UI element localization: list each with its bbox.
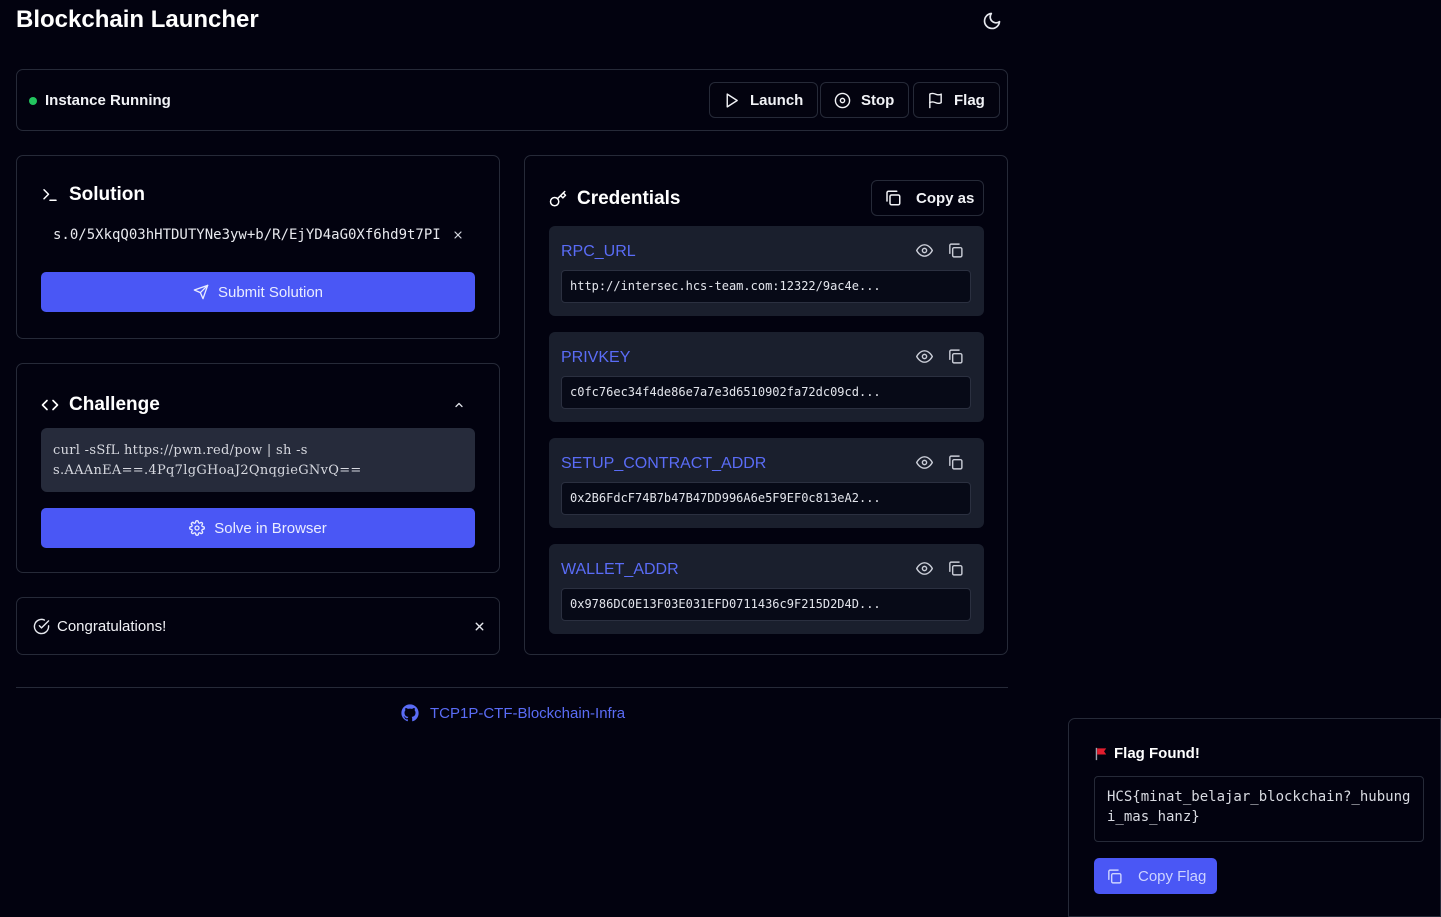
challenge-command: curl -sSfL https://pwn.red/pow | sh -s s… — [41, 428, 475, 492]
flag-found-toast: Flag Found! HCS{minat_belajar_blockchain… — [1068, 718, 1441, 917]
copy-as-button[interactable]: Copy as — [871, 180, 984, 216]
github-link[interactable]: TCP1P-CTF-Blockchain-Infra — [401, 704, 625, 722]
challenge-heading: Challenge — [41, 394, 160, 416]
submit-solution-button[interactable]: Submit Solution — [41, 272, 475, 312]
credentials-title: Credentials — [577, 188, 681, 209]
eye-icon[interactable] — [916, 454, 933, 471]
challenge-card: Challenge curl -sSfL https://pwn.red/pow… — [16, 363, 500, 573]
terminal-icon — [41, 186, 59, 204]
copy-icon[interactable] — [947, 560, 964, 577]
eye-icon[interactable] — [916, 242, 933, 259]
clear-icon[interactable] — [452, 229, 464, 241]
command-line-1: curl -sSfL https://pwn.red/pow | sh -s — [53, 443, 308, 458]
moon-icon[interactable] — [982, 11, 1002, 31]
flag-label: Flag — [954, 91, 985, 109]
command-line-2: s.AAAnEA==.4Pq7lgGHoaJ2QnqgieGNvQ== — [53, 463, 362, 478]
solve-in-browser-label: Solve in Browser — [214, 519, 327, 537]
close-icon[interactable] — [473, 620, 486, 633]
key-icon — [549, 190, 567, 208]
copy-as-label: Copy as — [916, 189, 975, 207]
stop-circle-icon — [834, 92, 851, 109]
toast-heading: Flag Found! — [1094, 745, 1200, 762]
copy-flag-button[interactable]: Copy Flag — [1094, 858, 1217, 894]
chevron-up-icon[interactable] — [453, 399, 465, 411]
credential-item-rpc-url: RPC_URL http://intersec.hcs-team.com:123… — [549, 226, 984, 316]
code-icon — [41, 396, 59, 414]
credential-label: SETUP_CONTRACT_ADDR — [561, 455, 767, 472]
credential-value[interactable]: c0fc76ec34f4de86e7a7e3d6510902fa72dc09cd… — [561, 376, 971, 409]
credential-item-wallet-addr: WALLET_ADDR 0x9786DC0E13F03E031EFD071143… — [549, 544, 984, 634]
copy-icon[interactable] — [947, 348, 964, 365]
credentials-card: Credentials Copy as RPC_URL http://inter… — [524, 155, 1008, 655]
credential-value[interactable]: 0x9786DC0E13F03E031EFD0711436c9F215D2D4D… — [561, 588, 971, 621]
status-text: Instance Running — [45, 92, 171, 109]
credential-label: WALLET_ADDR — [561, 561, 679, 578]
github-icon — [401, 704, 419, 722]
copy-icon[interactable] — [947, 242, 964, 259]
status-indicator — [29, 97, 37, 105]
copy-icon — [1106, 868, 1123, 885]
footer-divider — [16, 687, 1008, 688]
solution-card: Solution Submit Solution — [16, 155, 500, 339]
eye-icon[interactable] — [916, 348, 933, 365]
credential-label: RPC_URL — [561, 243, 636, 260]
credential-label: PRIVKEY — [561, 349, 631, 366]
toast-title: Flag Found! — [1114, 745, 1200, 762]
credential-value[interactable]: 0x2B6FdcF74B7b47B47DD996A6e5F9EF0c813eA2… — [561, 482, 971, 515]
credential-value[interactable]: http://intersec.hcs-team.com:12322/9ac4e… — [561, 270, 971, 303]
solution-input[interactable] — [41, 216, 461, 254]
solve-in-browser-button[interactable]: Solve in Browser — [41, 508, 475, 548]
copy-flag-label: Copy Flag — [1138, 867, 1207, 885]
flag-icon — [927, 92, 944, 109]
play-icon — [723, 92, 740, 109]
github-link-text: TCP1P-CTF-Blockchain-Infra — [430, 704, 626, 722]
credential-item-setup-contract-addr: SETUP_CONTRACT_ADDR 0x2B6FdcF74B7b47B47D… — [549, 438, 984, 528]
solution-title: Solution — [69, 184, 145, 205]
page-title: Blockchain Launcher — [16, 6, 259, 33]
alert-message: Congratulations! — [57, 618, 167, 635]
credential-item-privkey: PRIVKEY c0fc76ec34f4de86e7a7e3d6510902fa… — [549, 332, 984, 422]
credentials-heading: Credentials — [549, 188, 680, 210]
launch-label: Launch — [750, 91, 804, 109]
copy-icon — [884, 189, 902, 207]
eye-icon[interactable] — [916, 560, 933, 577]
success-alert: Congratulations! — [16, 597, 500, 655]
instance-status-bar: Instance Running Launch Stop Flag — [16, 69, 1008, 131]
submit-solution-label: Submit Solution — [217, 283, 324, 301]
red-flag-icon — [1094, 747, 1108, 761]
copy-icon[interactable] — [947, 454, 964, 471]
stop-button[interactable]: Stop — [820, 82, 910, 118]
send-icon — [193, 284, 209, 300]
flag-value[interactable]: HCS{minat_belajar_blockchain?_hubungi_ma… — [1094, 776, 1424, 842]
stop-label: Stop — [861, 91, 895, 109]
settings-icon — [189, 520, 206, 536]
flag-button[interactable]: Flag — [913, 82, 1000, 118]
check-circle-icon — [33, 618, 50, 635]
launch-button[interactable]: Launch — [709, 82, 819, 118]
challenge-title: Challenge — [69, 394, 160, 415]
solution-heading: Solution — [41, 184, 145, 206]
